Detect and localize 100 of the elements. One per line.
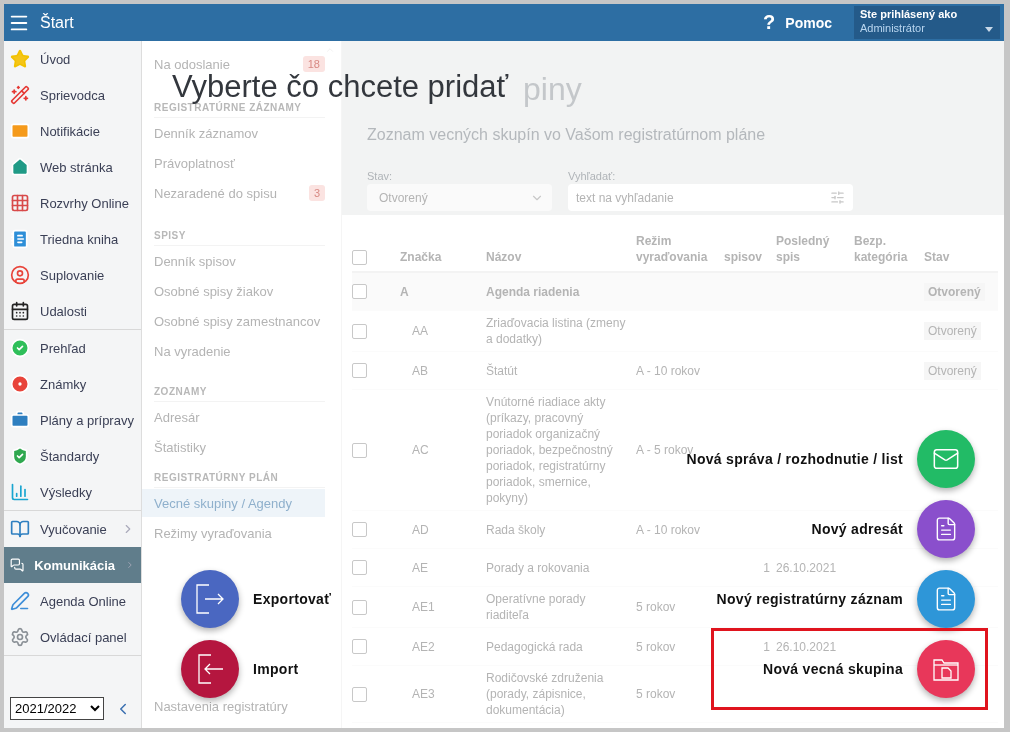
table-cell-text: AE2 bbox=[411, 639, 436, 654]
checkbox[interactable] bbox=[352, 599, 367, 615]
help-link[interactable]: Pomoc bbox=[785, 14, 832, 31]
sidebar-item[interactable]: Komunikácia bbox=[4, 547, 141, 583]
table-cell-text: Operatívne porady riaditeľa bbox=[486, 591, 587, 623]
action-button[interactable] bbox=[917, 500, 975, 558]
sidebar-item[interactable]: Suplovanie bbox=[4, 257, 141, 293]
year-select[interactable]: 2021/2022 bbox=[10, 697, 104, 720]
sidebar-item[interactable]: Web stránka bbox=[4, 149, 141, 185]
sidebar-item[interactable]: Notifikácie bbox=[4, 113, 141, 149]
checkbox[interactable] bbox=[352, 250, 367, 265]
user-name: Administrátor bbox=[860, 22, 925, 34]
calendar-icon bbox=[10, 301, 30, 321]
table-cell-text: Porady a rokovania bbox=[486, 559, 591, 576]
table-cell-text: A - 10 rokov bbox=[636, 521, 702, 538]
sidebar-item[interactable]: Sprievodca bbox=[4, 77, 141, 113]
sidebar-label: Ovládací panel bbox=[40, 629, 128, 645]
table-cell-text: AB bbox=[411, 363, 429, 378]
table-cell-text: 26.10.2021 bbox=[776, 638, 838, 655]
sidebar-item[interactable]: Prehľad bbox=[4, 330, 141, 366]
table-cell-text: 1 bbox=[762, 559, 771, 576]
book-icon bbox=[10, 519, 30, 539]
sidebar-label: Notifikácie bbox=[40, 123, 101, 139]
checkbox[interactable] bbox=[352, 284, 367, 299]
sidebar-label: Úvod bbox=[40, 51, 72, 67]
checkbox[interactable] bbox=[352, 363, 367, 378]
count-badge: 18 bbox=[302, 56, 325, 72]
table-cell-text: AA bbox=[411, 324, 429, 338]
table-cell-text: AC bbox=[411, 443, 430, 457]
filter-label: Stav: bbox=[367, 170, 393, 182]
section-heading: REGISTRATÚRNE ZÁZNAMY bbox=[154, 102, 325, 118]
count-badge: 3 bbox=[308, 185, 325, 201]
action-label: Import bbox=[253, 661, 299, 677]
table-cell-text: 5 rokov bbox=[636, 638, 677, 655]
sidebar-item[interactable]: Ovládací panel bbox=[4, 619, 141, 655]
caret-icon bbox=[985, 27, 993, 32]
sidebar-item[interactable]: Štandardy bbox=[4, 438, 141, 474]
chart-icon bbox=[10, 482, 30, 502]
action-button[interactable] bbox=[181, 570, 239, 628]
sidebar-label: Web stránka bbox=[40, 159, 114, 175]
search-field[interactable]: text na vyhľadanie bbox=[568, 184, 853, 211]
pen-icon bbox=[10, 591, 30, 611]
checkbox[interactable] bbox=[352, 522, 367, 537]
table-cell-text: 26.10.2021 bbox=[776, 559, 838, 576]
sidebar-item[interactable]: Výsledky bbox=[4, 474, 141, 510]
table-cell-text: AE3 bbox=[411, 687, 436, 701]
sidebar-label: Sprievodca bbox=[40, 87, 107, 103]
action-label: Nová vecná skupina bbox=[763, 661, 903, 677]
action-button[interactable] bbox=[181, 640, 239, 698]
help-mark[interactable]: ? bbox=[763, 11, 776, 34]
sidebar-item[interactable]: Rozvrhy Online bbox=[4, 185, 141, 221]
sidebar-item[interactable]: Vyučovanie bbox=[4, 511, 141, 547]
checkbox[interactable] bbox=[352, 442, 367, 458]
sidebar-label: Agenda Online bbox=[40, 593, 127, 609]
action-button[interactable] bbox=[917, 570, 975, 628]
table-cell-text: AD bbox=[411, 522, 430, 537]
checkbox[interactable] bbox=[352, 323, 367, 339]
section-heading: SPISY bbox=[154, 230, 325, 246]
status-tag: Otvorený bbox=[924, 322, 981, 340]
sidebar-label: Výsledky bbox=[40, 484, 94, 500]
action-label: Nový registratúrny záznam bbox=[716, 591, 903, 607]
sidebar-label: Suplovanie bbox=[40, 267, 106, 283]
section-heading: ZOZNAMY bbox=[154, 386, 325, 402]
checkbox[interactable] bbox=[352, 639, 367, 654]
grid-icon bbox=[10, 193, 30, 213]
sidebar-label: Rozvrhy Online bbox=[40, 195, 130, 211]
shield-icon bbox=[10, 446, 30, 466]
envelope-icon bbox=[10, 121, 30, 141]
table-cell-text: Vnútorné riadiace akty (príkazy, pracovný poriadok organizačný poriadok, bezpečnostný poriadok, registratúrny poriadok, smernice, pokyny) bbox=[486, 394, 614, 506]
action-label: Nový adresát bbox=[811, 521, 903, 537]
table-cell-text: A - 10 rokov bbox=[636, 362, 702, 379]
sidebar-item[interactable]: Agenda Online bbox=[4, 583, 141, 619]
wand-icon bbox=[10, 85, 30, 105]
sidebar-item[interactable]: Plány a prípravy bbox=[4, 402, 141, 438]
action-button[interactable] bbox=[917, 640, 975, 698]
table-cell-text: Štatút bbox=[486, 362, 519, 379]
sidebar-label: Triedna kniha bbox=[40, 231, 120, 247]
submenu-item[interactable]: Na odoslanie 18 bbox=[142, 55, 325, 73]
table-cell-text: AE1 bbox=[411, 600, 436, 614]
user-caption: Ste prihlásený ako bbox=[860, 8, 959, 20]
dot-circle-icon bbox=[10, 374, 30, 394]
sidebar-item[interactable]: Známky bbox=[4, 366, 141, 402]
section-heading: REGISTRATÚRNY PLÁN bbox=[154, 472, 325, 488]
sidebar-item[interactable]: Úvod bbox=[4, 41, 141, 77]
sidebar-item[interactable]: Triedna kniha bbox=[4, 221, 141, 257]
table-cell-text: Rodičovské združenia (porady, zápisnice, dokumentácia) bbox=[486, 670, 605, 718]
sidebar-label: Známky bbox=[40, 376, 88, 392]
table-cell-text: Zriaďovacia listina (zmeny a dodatky) bbox=[486, 315, 627, 347]
sidebar-item[interactable]: Udalosti bbox=[4, 293, 141, 329]
app-title: Štart bbox=[40, 13, 75, 32]
table-cell-text: A bbox=[400, 284, 410, 299]
checkbox[interactable] bbox=[352, 686, 367, 702]
user-menu[interactable]: Ste prihlásený ako Administrátor bbox=[854, 6, 1000, 39]
filter-icon[interactable] bbox=[830, 190, 845, 205]
sidebar-label: Komunikácia bbox=[34, 557, 116, 573]
briefcase-icon bbox=[10, 410, 30, 430]
submenu-item[interactable]: Nezaradené do spisu 3 bbox=[142, 184, 325, 202]
checkbox[interactable] bbox=[352, 560, 367, 575]
home-icon bbox=[10, 157, 30, 177]
folder-document-icon bbox=[932, 656, 960, 682]
